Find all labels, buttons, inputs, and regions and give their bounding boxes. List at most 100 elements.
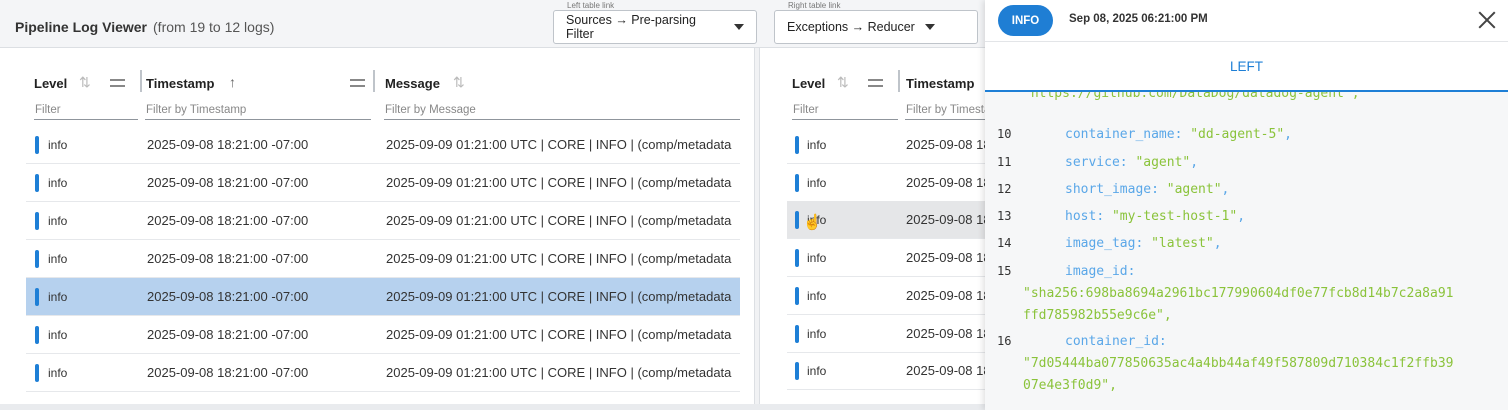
row-level: info	[807, 289, 827, 303]
row-timestamp: 2025-09-08 18:21:00 -07:00	[147, 251, 309, 266]
column-title-timestamp[interactable]: Timestamp	[146, 76, 214, 91]
sort-icon[interactable]: ⇅	[453, 74, 465, 91]
level-indicator	[35, 326, 39, 344]
column-title-timestamp[interactable]: Timestamp	[906, 76, 974, 91]
table-row[interactable]: info 2025-09-08 18:21:00 -07:00 2025-09-09…	[26, 202, 740, 240]
left-table-link: Left table link Sources → Pre-parsing Fi…	[553, 2, 757, 44]
row-level: info	[48, 138, 68, 152]
row-level: info	[807, 364, 827, 378]
left-table-link-label: Left table link	[567, 1, 615, 10]
table-row[interactable]: info 2025-09-08 18:21:00 -07:00 2025-09-09…	[26, 354, 740, 392]
title-text: Pipeline Log Viewer	[15, 19, 148, 35]
level-filter-input[interactable]	[792, 100, 898, 120]
chevron-down-icon	[734, 24, 744, 30]
json-value: "agent"	[1166, 182, 1222, 197]
row-timestamp: 2025-09-08 18:21:00 -07:00	[906, 212, 985, 227]
timestamp-filter-input[interactable]	[905, 100, 985, 120]
log-detail-panel: INFO Sep 08, 2025 06:21:00 PM LEFT "http…	[985, 0, 1508, 410]
table-row[interactable]: info 2025-09-08 18:21:00 -07:00 2025-09-09…	[26, 240, 740, 278]
page-title: Pipeline Log Viewer (from 19 to 12 logs)	[15, 19, 274, 35]
line-number: 11	[997, 155, 1012, 169]
level-filter-input[interactable]	[34, 100, 138, 120]
message-filter-input[interactable]	[384, 100, 740, 120]
right-table-link: Right table link Exceptions → Reducer	[774, 2, 978, 44]
row-message: 2025-09-09 01:21:00 UTC | CORE | INFO | …	[386, 213, 732, 228]
column-menu-icon[interactable]	[868, 79, 883, 87]
table-row[interactable]: info 2025-09-08 18:21:00 -07:00	[787, 315, 985, 353]
row-timestamp: 2025-09-08 18:21:00 -07:00	[906, 363, 985, 378]
tab-left[interactable]: LEFT	[985, 42, 1508, 92]
column-title-level[interactable]: Level	[792, 76, 825, 91]
log-range: (from 19 to 12 logs)	[153, 19, 275, 35]
level-indicator	[795, 211, 799, 229]
timestamp-filter-input[interactable]	[145, 100, 371, 120]
row-level: info	[48, 328, 68, 342]
level-indicator	[795, 362, 799, 380]
viewer-header: Pipeline Log Viewer (from 19 to 12 logs) …	[0, 0, 985, 48]
row-message: 2025-09-09 01:21:00 UTC | CORE | INFO | …	[386, 365, 732, 380]
table-row[interactable]: info 2025-09-08 18:21:00 -07:00	[787, 126, 985, 164]
row-timestamp: 2025-09-08 18:21:00 -07:00	[147, 137, 309, 152]
level-indicator	[35, 250, 39, 268]
line-number: 16	[997, 334, 1012, 348]
table-row[interactable]: info 2025-09-08 18:21:00 -07:00 2025-09-09…	[26, 164, 740, 202]
row-timestamp: 2025-09-08 18:21:00 -07:00	[906, 288, 985, 303]
column-header-timestamp: Timestamp	[905, 48, 985, 122]
json-key: host	[1065, 209, 1097, 224]
table-row[interactable]: info 2025-09-08 18:21:00 -07:00 2025-09-09…	[26, 316, 740, 354]
row-level: info	[48, 366, 68, 380]
column-title-level[interactable]: Level	[34, 76, 67, 91]
row-timestamp: 2025-09-08 18:21:00 -07:00	[147, 175, 309, 190]
json-value: "latest"	[1151, 236, 1214, 251]
code-entry: short_image: "agent",	[1065, 182, 1230, 197]
table-row[interactable]: info 2025-09-08 18:21:00 -07:00	[787, 352, 985, 390]
row-message: 2025-09-09 01:21:00 UTC | CORE | INFO | …	[386, 251, 732, 266]
table-scrollbar[interactable]	[740, 126, 754, 410]
level-indicator	[35, 212, 39, 230]
column-header-message: Message ⇅	[384, 48, 745, 122]
table-row[interactable]: info 2025-09-08 18:21:00 -07:00	[787, 164, 985, 202]
row-timestamp: 2025-09-08 18:21:00 -07:00	[906, 250, 985, 265]
column-resize-handle[interactable]	[373, 70, 375, 92]
level-indicator	[35, 364, 39, 382]
left-table-link-select[interactable]: Sources → Pre-parsing Filter	[553, 10, 757, 44]
left-log-table: Level ⇅ Timestamp ↑ Message ⇅ info 2025-0…	[0, 48, 755, 410]
code-entry: container_id:	[1065, 334, 1167, 349]
code-entry: host: "my-test-host-1",	[1065, 209, 1246, 224]
level-indicator	[795, 249, 799, 267]
level-indicator	[795, 174, 799, 192]
table-row[interactable]: info 2025-09-08 18:21:00 -07:00	[787, 277, 985, 315]
row-message: 2025-09-09 01:21:00 UTC | CORE | INFO | …	[386, 137, 732, 152]
table-row[interactable]: info2025-09-08 18:21:00 -07:00☝	[787, 201, 985, 239]
level-indicator	[795, 325, 799, 343]
column-header-timestamp: Timestamp ↑	[145, 48, 376, 122]
close-icon[interactable]	[1476, 9, 1498, 31]
table-row[interactable]: info 2025-09-08 18:21:00 -07:00	[787, 239, 985, 277]
right-table-link-select[interactable]: Exceptions → Reducer	[774, 10, 978, 44]
json-value: "dd-agent-5"	[1190, 127, 1285, 142]
sort-ascending-icon[interactable]: ↑	[229, 74, 236, 90]
sort-icon[interactable]: ⇅	[79, 74, 91, 91]
table-row[interactable]: info 2025-09-08 18:21:00 -07:00 2025-09-09…	[26, 126, 740, 164]
json-value: "my-test-host-1"	[1111, 209, 1238, 224]
chevron-down-icon	[924, 24, 935, 30]
row-timestamp: 2025-09-08 18:21:00 -07:00	[906, 326, 985, 341]
column-resize-handle[interactable]	[898, 70, 900, 92]
row-level: info	[48, 214, 68, 228]
json-value: "agent"	[1135, 155, 1191, 170]
json-key: service	[1065, 155, 1120, 170]
column-menu-icon[interactable]	[110, 79, 125, 87]
column-resize-handle[interactable]	[140, 70, 142, 92]
row-timestamp: 2025-09-08 18:21:00 -07:00	[147, 365, 309, 380]
line-number: 10	[997, 127, 1012, 141]
column-title-message[interactable]: Message	[385, 76, 440, 91]
json-value-wrap: 07e4e3f0d9",	[1023, 378, 1117, 393]
level-indicator	[35, 136, 39, 154]
column-header-level: Level ⇅	[792, 48, 902, 122]
table-row[interactable]: info 2025-09-08 18:21:00 -07:00 2025-09-09…	[26, 278, 740, 316]
json-value: "sha256:698ba8694a2961bc177990604df0e77f…	[1023, 286, 1454, 301]
column-menu-icon[interactable]	[350, 79, 365, 87]
sort-icon[interactable]: ⇅	[837, 74, 849, 91]
level-indicator	[795, 287, 799, 305]
right-log-table: Level ⇅ Timestamp info 2025-09-08 18:21:0…	[759, 48, 985, 410]
